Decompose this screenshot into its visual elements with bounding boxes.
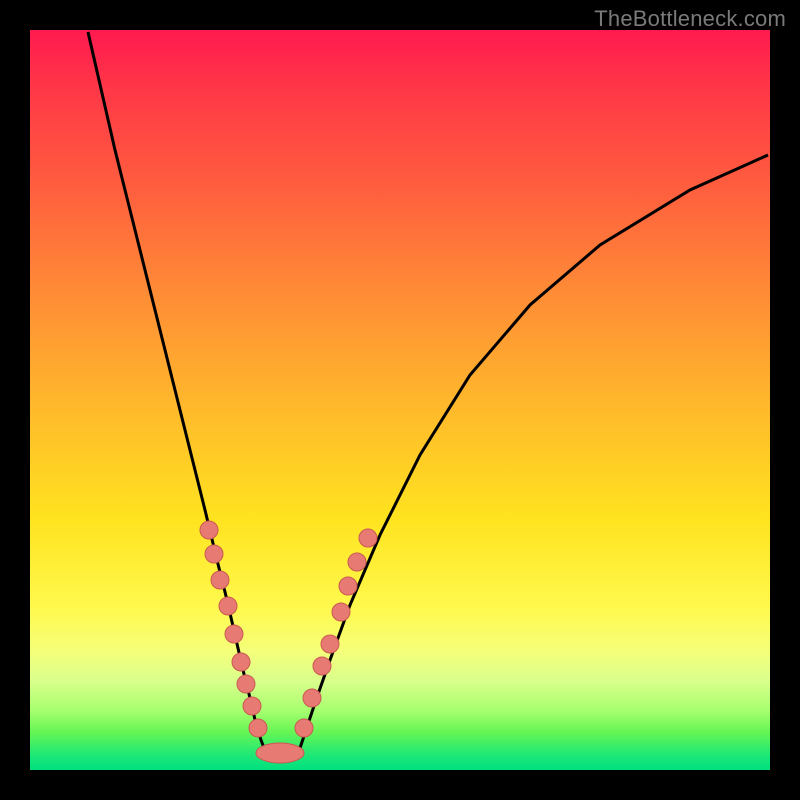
- data-point: [348, 553, 366, 571]
- data-point: [211, 571, 229, 589]
- data-point: [200, 521, 218, 539]
- data-point: [232, 653, 250, 671]
- data-point: [219, 597, 237, 615]
- data-point: [321, 635, 339, 653]
- watermark-text: TheBottleneck.com: [594, 6, 786, 32]
- data-point: [339, 577, 357, 595]
- data-points-right: [295, 529, 377, 737]
- data-point: [303, 689, 321, 707]
- data-point: [359, 529, 377, 547]
- data-point: [225, 625, 243, 643]
- chart-plot-area: [30, 30, 770, 770]
- data-points-left: [200, 521, 267, 737]
- data-point: [237, 675, 255, 693]
- data-point: [249, 719, 267, 737]
- data-point: [205, 545, 223, 563]
- data-point: [313, 657, 331, 675]
- data-points-bottom-blob: [256, 743, 304, 763]
- data-point: [332, 603, 350, 621]
- data-point: [295, 719, 313, 737]
- curve-right-branch: [300, 155, 768, 748]
- chart-svg: [30, 30, 770, 770]
- data-point: [243, 697, 261, 715]
